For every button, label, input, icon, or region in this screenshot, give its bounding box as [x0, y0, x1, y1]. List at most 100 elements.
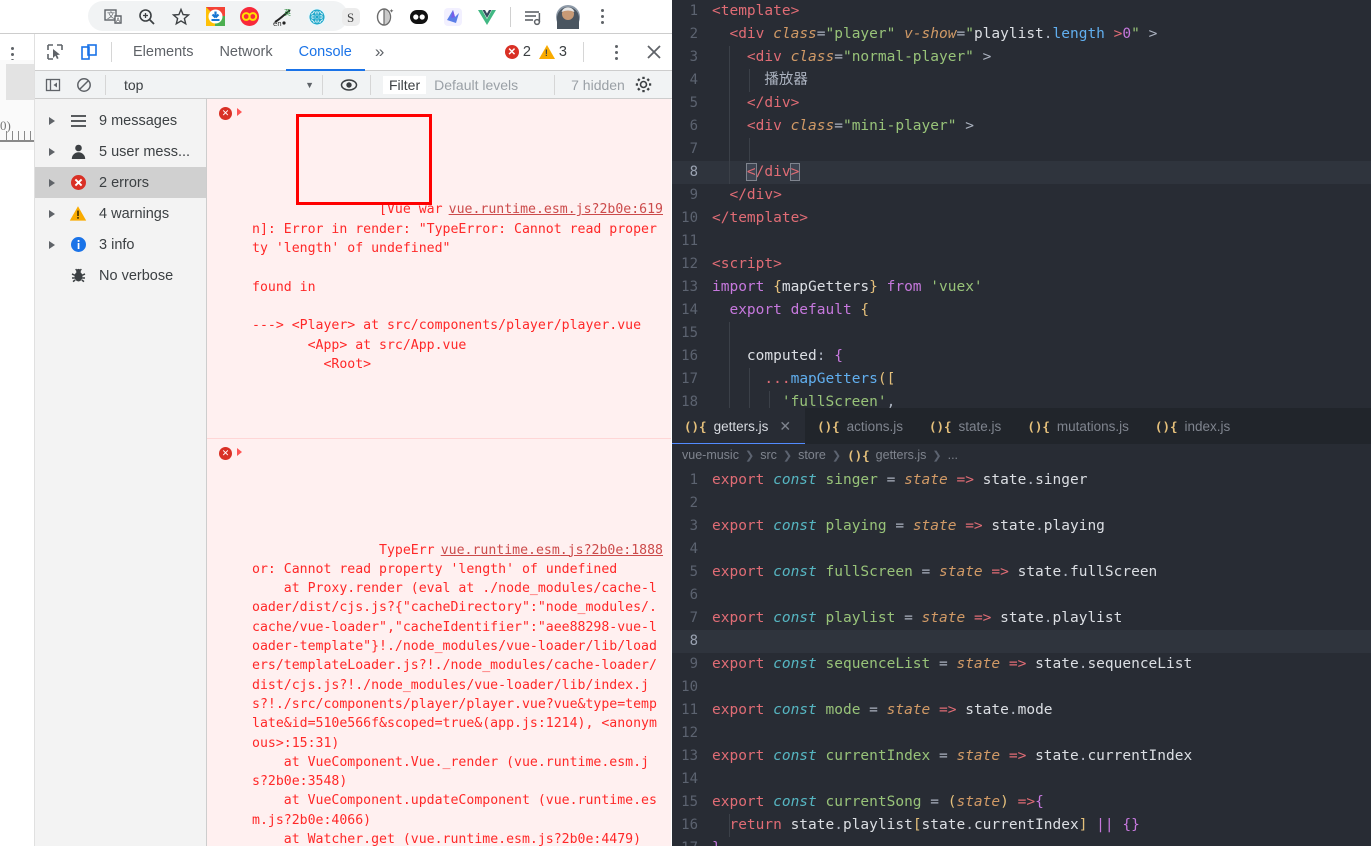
code-line[interactable]: 7 export const playlist = state => state.…	[672, 607, 1371, 630]
code-line[interactable]: 11	[672, 230, 1371, 253]
sidebar-item-info[interactable]: 3 info	[35, 229, 206, 260]
expand-arrow-icon[interactable]	[49, 209, 55, 218]
device-toolbar-icon[interactable]	[75, 38, 103, 66]
sidebar-item-verbose[interactable]: No verbose	[35, 260, 206, 291]
code-line[interactable]: 1 export const singer = state => state.si…	[672, 469, 1371, 492]
expand-arrow-icon[interactable]	[49, 116, 55, 125]
mouse-gesture-icon[interactable]: ✦	[368, 2, 402, 32]
filter-input[interactable]: Filter	[383, 75, 427, 94]
code-line[interactable]: 16 computed: {	[672, 345, 1371, 368]
expand-arrow-icon[interactable]	[49, 178, 55, 187]
code-line[interactable]: 15	[672, 322, 1371, 345]
close-devtools-icon[interactable]	[640, 38, 668, 66]
globe-mesh-icon[interactable]	[300, 2, 334, 32]
code-line[interactable]: 5 export const fullScreen = state => stat…	[672, 561, 1371, 584]
editor-tab-getters[interactable]: (){ getters.js ✕	[672, 408, 806, 444]
console-message-list[interactable]: ✕ vue.runtime.esm.js?2b0e:619 [Vue warn]:…	[207, 99, 671, 846]
editor-tab-label: getters.js	[713, 418, 769, 434]
chrome-download-icon[interactable]	[198, 2, 232, 32]
code-line[interactable]: 2	[672, 492, 1371, 515]
console-settings-gear-icon[interactable]	[631, 73, 657, 97]
editor-bottom-file[interactable]: 1 export const singer = state => state.si…	[672, 466, 1371, 846]
code-line[interactable]: 4 播放器	[672, 69, 1371, 92]
editor-tab-mutations[interactable]: (){ mutations.js	[1015, 408, 1143, 444]
expand-arrow-icon[interactable]	[237, 448, 242, 457]
message-source-link[interactable]: vue.runtime.esm.js?2b0e:1888	[441, 541, 663, 560]
code-line[interactable]: 1 <template>	[672, 0, 1371, 23]
breadcrumb-item[interactable]: store	[798, 448, 826, 462]
panda-icon[interactable]	[402, 2, 436, 32]
code-line[interactable]: 9 </div>	[672, 184, 1371, 207]
chrome-menu-icon[interactable]	[585, 2, 619, 32]
code-line[interactable]: 18 'fullScreen',	[672, 391, 1371, 408]
editor-top-file[interactable]: 1 <template> 2 <div class="player" v-show…	[672, 0, 1371, 408]
english-assistant-icon[interactable]: en 英	[266, 2, 300, 32]
message-source-link[interactable]: vue.runtime.esm.js?2b0e:619	[449, 200, 663, 219]
sidebar-item-messages[interactable]: 9 messages	[35, 105, 206, 136]
warning-badge-icon[interactable]	[538, 45, 555, 59]
error-badge-icon[interactable]: ✕	[504, 45, 519, 59]
code-line[interactable]: 14 export default {	[672, 299, 1371, 322]
sidebar-item-warnings[interactable]: 4 warnings	[35, 198, 206, 229]
code-line[interactable]: 7	[672, 138, 1371, 161]
s-extension-icon[interactable]: S	[334, 2, 368, 32]
code-line[interactable]: 13 import {mapGetters} from 'vuex'	[672, 276, 1371, 299]
code-line[interactable]: 10	[672, 676, 1371, 699]
code-line-current[interactable]: 8	[672, 630, 1371, 653]
message-text: TypeError: Cannot read property 'length'…	[252, 542, 657, 846]
console-message-error[interactable]: ✕ vue.runtime.esm.js?2b0e:1888 TypeError:…	[207, 439, 671, 846]
log-levels-select[interactable]: Default levels	[434, 77, 546, 93]
tab-console[interactable]: Console	[286, 34, 365, 71]
expand-arrow-icon[interactable]	[49, 147, 55, 156]
breadcrumb-item[interactable]: vue-music	[682, 448, 739, 462]
expand-arrow-icon[interactable]	[49, 240, 55, 249]
breadcrumb-item[interactable]: ...	[948, 448, 958, 462]
editor-tab-index[interactable]: (){ index.js	[1143, 408, 1244, 444]
code-line[interactable]: 16 return state.playlist[state.currentIn…	[672, 814, 1371, 837]
music-list-icon[interactable]	[517, 2, 551, 32]
code-line[interactable]: 11 export const mode = state => state.mod…	[672, 699, 1371, 722]
code-line[interactable]: 9 export const sequenceList = state => st…	[672, 653, 1371, 676]
infinity-icon[interactable]	[232, 2, 266, 32]
code-line[interactable]: 12 <script>	[672, 253, 1371, 276]
bookmark-star-icon[interactable]	[164, 2, 198, 32]
close-icon[interactable]: ✕	[779, 418, 791, 435]
execution-context-select[interactable]: top ▼	[124, 77, 314, 93]
code-line[interactable]: 17}	[672, 837, 1371, 846]
more-tabs-icon[interactable]: »	[365, 42, 394, 62]
code-line[interactable]: 10 </template>	[672, 207, 1371, 230]
editor-tab-state[interactable]: (){ state.js	[917, 408, 1015, 444]
code-line[interactable]: 4	[672, 538, 1371, 561]
sidebar-item-user-messages[interactable]: 5 user mess...	[35, 136, 206, 167]
zoom-search-icon[interactable]	[130, 2, 164, 32]
code-line[interactable]: 15 export const currentSong = (state) =>{	[672, 791, 1371, 814]
code-line[interactable]: 3 export const playing = state => state.p…	[672, 515, 1371, 538]
code-line-current[interactable]: 8 </div>	[672, 161, 1371, 184]
vue-devtools-icon[interactable]	[470, 2, 504, 32]
code-line[interactable]: 6	[672, 584, 1371, 607]
bird-icon[interactable]	[436, 2, 470, 32]
live-expression-eye-icon[interactable]	[336, 73, 362, 97]
clear-console-icon[interactable]	[71, 73, 97, 97]
inspect-element-icon[interactable]	[41, 38, 69, 66]
code-line[interactable]: 3 <div class="normal-player" >	[672, 46, 1371, 69]
tab-elements[interactable]: Elements	[120, 34, 206, 71]
breadcrumb-item[interactable]: src	[760, 448, 777, 462]
code-line[interactable]: 2 <div class="player" v-show="playlist.l…	[672, 23, 1371, 46]
toggle-console-sidebar-icon[interactable]	[40, 73, 66, 97]
translate-icon[interactable]: 文A	[96, 2, 130, 32]
sidebar-item-errors[interactable]: 2 errors	[35, 167, 206, 198]
breadcrumb-item[interactable]: getters.js	[876, 448, 927, 462]
code-line[interactable]: 6 <div class="mini-player" >	[672, 115, 1371, 138]
code-line[interactable]: 5 </div>	[672, 92, 1371, 115]
code-line[interactable]: 12	[672, 722, 1371, 745]
tab-network[interactable]: Network	[206, 34, 285, 71]
code-line[interactable]: 17 ...mapGetters([	[672, 368, 1371, 391]
devtools-settings-menu-icon[interactable]	[602, 38, 630, 66]
expand-arrow-icon[interactable]	[237, 108, 242, 116]
avatar[interactable]	[551, 2, 585, 32]
code-line[interactable]: 13 export const currentIndex = state => s…	[672, 745, 1371, 768]
code-line[interactable]: 14	[672, 768, 1371, 791]
console-message-warning[interactable]: ✕ vue.runtime.esm.js?2b0e:619 [Vue warn]:…	[207, 99, 671, 440]
editor-tab-actions[interactable]: (){ actions.js	[805, 408, 917, 444]
